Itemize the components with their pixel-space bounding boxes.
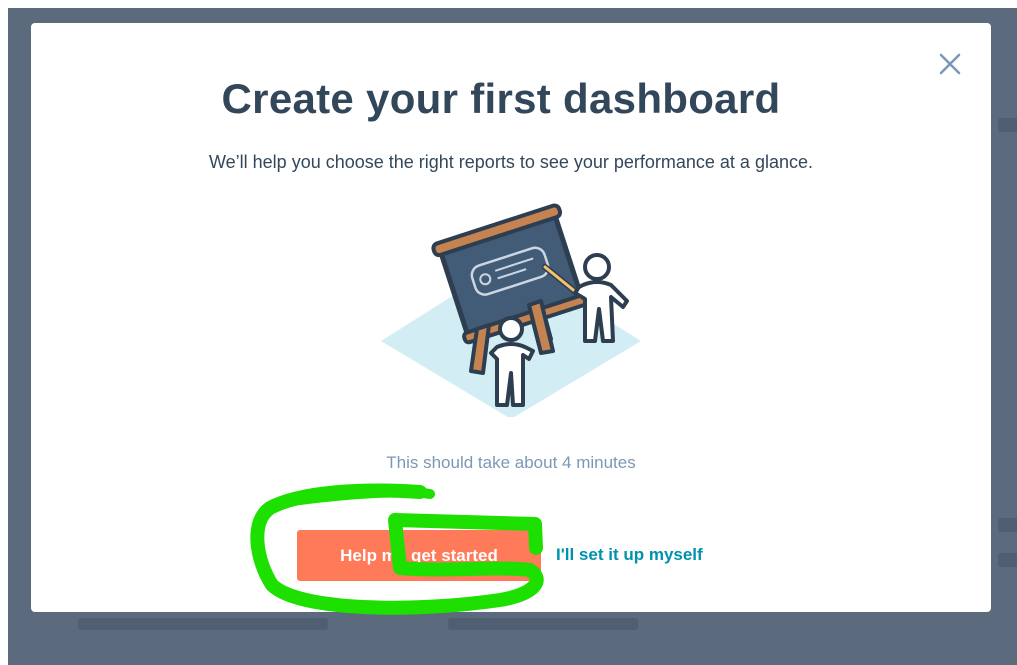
background-row bbox=[448, 618, 638, 630]
set-it-up-myself-link[interactable]: I'll set it up myself bbox=[556, 545, 703, 565]
modal-subtitle: We’ll help you choose the right reports … bbox=[208, 152, 813, 172]
duration-note: This should take about 4 minutes bbox=[386, 453, 636, 472]
background-row bbox=[998, 518, 1017, 532]
background-row bbox=[998, 118, 1017, 132]
background-row bbox=[998, 553, 1017, 567]
modal-title: Create your first dashboard bbox=[221, 75, 781, 122]
help-me-get-started-button[interactable]: Help me get started bbox=[297, 530, 541, 581]
close-icon[interactable] bbox=[937, 51, 963, 77]
presentation-board-illustration bbox=[381, 203, 641, 417]
create-dashboard-modal: Create your first dashboard We’ll help y… bbox=[31, 23, 991, 612]
background-row bbox=[78, 618, 328, 630]
